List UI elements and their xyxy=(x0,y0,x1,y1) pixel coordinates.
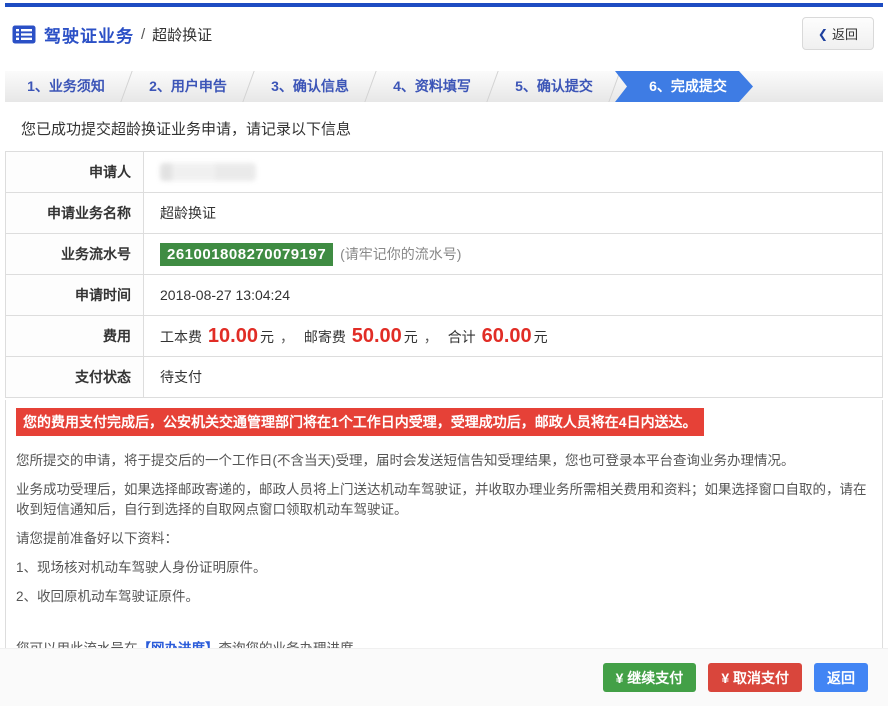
serial-label: 业务流水号 xyxy=(5,233,144,275)
business-name-value: 超龄换证 xyxy=(143,192,883,234)
license-list-icon xyxy=(12,25,36,44)
back-button[interactable]: ❮ 返回 xyxy=(801,17,874,50)
applicant-label: 申请人 xyxy=(5,151,144,193)
chevron-left-icon: ❮ xyxy=(817,26,828,41)
table-row-fee: 费用 工本费 10.00 元， 邮寄费 50.00 元， 合计 60.00 元 xyxy=(5,315,883,357)
action-footer: ¥ 继续支付 ¥ 取消支付 返回 xyxy=(0,648,888,706)
continue-payment-button[interactable]: ¥ 继续支付 xyxy=(602,663,697,692)
breadcrumb-current: 超龄换证 xyxy=(152,27,213,44)
serial-number-badge: 261001808270079197 xyxy=(160,242,334,266)
fee-comma-2: ， xyxy=(423,328,438,345)
business-name-label: 申请业务名称 xyxy=(5,192,144,234)
notice-paragraph-2: 业务成功受理后，如果选择邮政寄递的，邮政人员将上门送达机动车驾驶证，并收取办理业… xyxy=(16,482,867,517)
steps-filler xyxy=(753,71,883,102)
notice-paragraph-1: 您所提交的申请，将于提交后的一个工作日(不含当天)受理，届时会发送短信告知受理结… xyxy=(16,453,795,468)
fee-comma-1: ， xyxy=(279,328,294,345)
payment-warning-banner: 您的费用支付完成后，公安机关交通管理部门将在1个工作日内受理，受理成功后，邮政人… xyxy=(16,408,704,436)
page-header: 驾驶证业务 / 超龄换证 ❮ 返回 xyxy=(0,7,888,62)
step-5-confirm-submit: 5、确认提交 xyxy=(493,71,615,102)
table-row-serial: 业务流水号 261001808270079197 (请牢记你的流水号) xyxy=(5,233,883,275)
apply-time-label: 申请时间 xyxy=(5,274,144,316)
applicant-value-cell xyxy=(143,151,883,193)
wizard-steps: 1、业务须知 2、用户申告 3、确认信息 4、资料填写 5、确认提交 6、完成提… xyxy=(5,71,883,102)
fee-value-cell: 工本费 10.00 元， 邮寄费 50.00 元， 合计 60.00 元 xyxy=(143,315,883,357)
step-2-user-declaration: 2、用户申告 xyxy=(127,71,249,102)
fee-item2-amount: 50.00 xyxy=(351,324,402,347)
notice-list-item-2: 2、收回原机动车驾驶证原件。 xyxy=(16,589,200,604)
breadcrumb-separator: / xyxy=(141,26,146,43)
return-button[interactable]: 返回 xyxy=(814,663,868,692)
fee-total-amount: 60.00 xyxy=(481,324,532,347)
applicant-name-redacted xyxy=(160,163,256,182)
table-row-business-name: 申请业务名称 超龄换证 xyxy=(5,192,883,234)
pay-status-label: 支付状态 xyxy=(5,356,144,398)
page: 驾驶证业务 / 超龄换证 ❮ 返回 1、业务须知 2、用户申告 3、确认信息 4… xyxy=(0,3,888,706)
fee-item2-label: 邮寄费 xyxy=(303,328,346,345)
fee-unit-2: 元 xyxy=(403,328,418,345)
notice-paragraph-3: 请您提前准备好以下资料： xyxy=(16,531,178,546)
table-row-apply-time: 申请时间 2018-08-27 13:04:24 xyxy=(5,274,883,316)
pay-status-value: 待支付 xyxy=(143,356,883,398)
application-info-table: 申请人 申请业务名称 超龄换证 业务流水号 261001808270079197… xyxy=(5,151,883,398)
fee-item1-label: 工本费 xyxy=(160,328,202,345)
page-title: 驾驶证业务 xyxy=(44,27,134,46)
fee-label: 费用 xyxy=(5,315,144,357)
notice-panel: 您的费用支付完成后，公安机关交通管理部门将在1个工作日内受理，受理成功后，邮政人… xyxy=(5,400,883,674)
success-message: 您已成功提交超龄换证业务申请，请记录以下信息 xyxy=(21,121,352,138)
serial-hint: (请牢记你的流水号) xyxy=(340,245,462,262)
cancel-payment-button[interactable]: ¥ 取消支付 xyxy=(708,663,802,692)
step-1-business-notice: 1、业务须知 xyxy=(5,71,127,102)
table-row-applicant: 申请人 xyxy=(5,151,883,193)
fee-unit-1: 元 xyxy=(259,328,274,345)
serial-value-cell: 261001808270079197 (请牢记你的流水号) xyxy=(143,233,883,275)
fee-unit-3: 元 xyxy=(533,328,548,345)
back-button-label: 返回 xyxy=(831,27,858,42)
notice-list-item-1: 1、现场核对机动车驾驶人身份证明原件。 xyxy=(16,560,267,575)
apply-time-value: 2018-08-27 13:04:24 xyxy=(143,274,883,316)
step-4-fill-materials: 4、资料填写 xyxy=(371,71,493,102)
fee-item1-amount: 10.00 xyxy=(207,324,258,347)
step-6-submit-complete-active: 6、完成提交 xyxy=(615,71,753,102)
fee-total-label: 合计 xyxy=(447,328,476,345)
table-row-pay-status: 支付状态 待支付 xyxy=(5,356,883,398)
step-3-confirm-info: 3、确认信息 xyxy=(249,71,371,102)
